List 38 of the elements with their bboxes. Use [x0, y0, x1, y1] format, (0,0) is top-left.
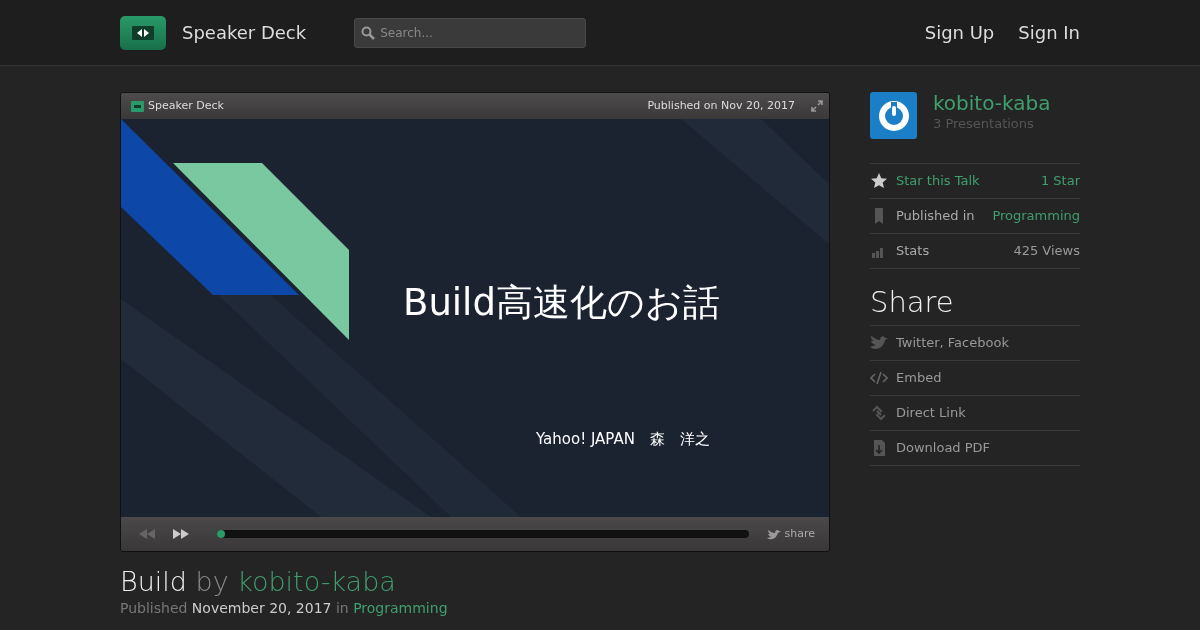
- published-date: Published on Nov 20, 2017: [647, 97, 795, 114]
- bird-icon: [870, 333, 888, 352]
- bird-icon: [766, 528, 781, 540]
- slide-subtitle: Yahoo! JAPAN 森 洋之: [536, 430, 710, 448]
- share-option[interactable]: Embed: [870, 360, 1080, 396]
- logo-icon: [131, 100, 144, 112]
- user-name[interactable]: kobito-kaba: [933, 92, 1051, 114]
- player-brand: Speaker Deck: [148, 97, 224, 114]
- category-link[interactable]: Programming: [992, 206, 1080, 226]
- slide-title: Build高速化のお話: [403, 281, 720, 324]
- published-label: Published: [120, 600, 188, 617]
- share-link[interactable]: share: [784, 525, 815, 543]
- by-text: by: [195, 566, 229, 597]
- share-option[interactable]: Twitter, Facebook: [870, 325, 1080, 361]
- fullscreen-icon[interactable]: [811, 100, 823, 112]
- search-field[interactable]: Search...: [354, 17, 587, 48]
- publish-date: November 20, 2017: [191, 600, 332, 617]
- in-text: in: [335, 600, 349, 617]
- logo-icon[interactable]: [120, 15, 166, 50]
- stat-label: Stats: [896, 242, 930, 261]
- search-icon: [361, 25, 376, 40]
- nav-link[interactable]: Sign Up: [924, 19, 995, 46]
- avatar[interactable]: [870, 92, 917, 139]
- share-option[interactable]: Download PDF: [870, 430, 1080, 466]
- share-option[interactable]: Direct Link: [870, 395, 1080, 431]
- category-link[interactable]: Programming: [353, 600, 448, 617]
- progress-track[interactable]: [217, 530, 749, 538]
- author-link[interactable]: kobito-kaba: [237, 566, 396, 597]
- brand-link[interactable]: Speaker Deck: [182, 19, 307, 46]
- star-icon: [870, 172, 888, 190]
- nav-link[interactable]: Sign In: [1018, 19, 1080, 46]
- fast-forward-icon[interactable]: [173, 529, 189, 539]
- stat-label: Published in: [896, 207, 975, 226]
- stat-value: 1 Star: [1040, 172, 1080, 191]
- star-link[interactable]: Star this Talk: [896, 171, 980, 191]
- stat-value: 425 Views: [1013, 242, 1080, 261]
- share-heading: Share: [870, 287, 955, 319]
- talk-title: Build: [120, 566, 187, 597]
